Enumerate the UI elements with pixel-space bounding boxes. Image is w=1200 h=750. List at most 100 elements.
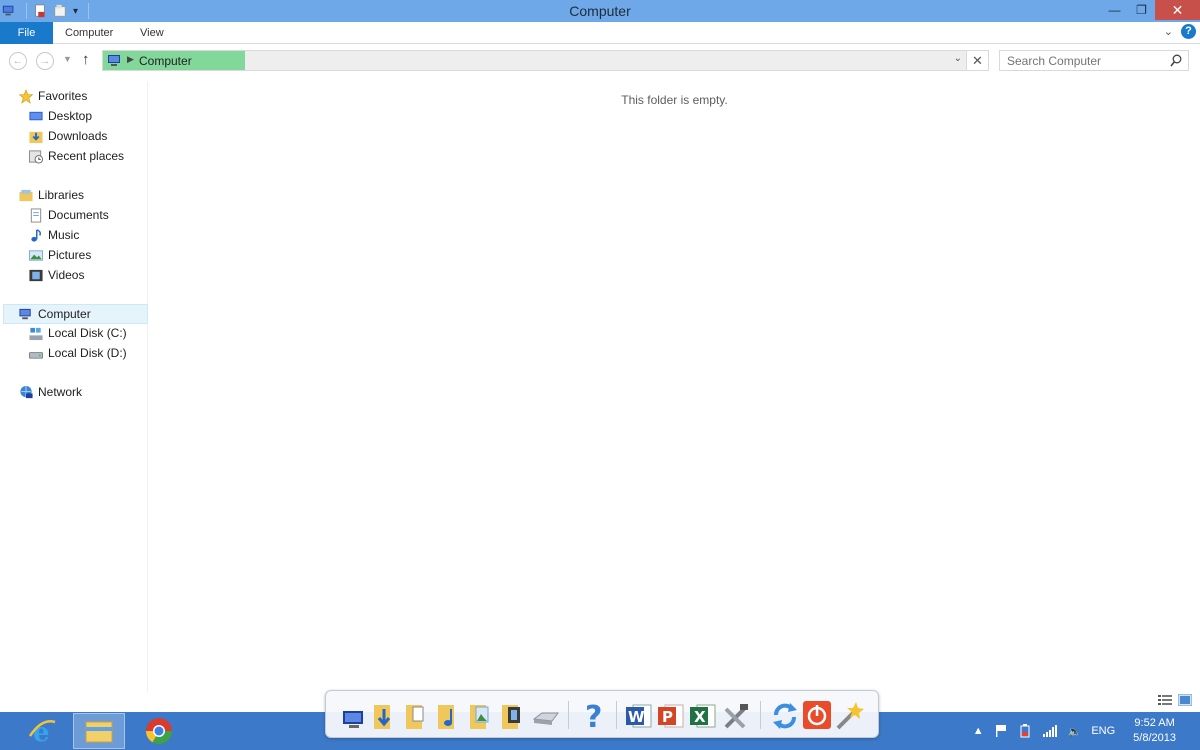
downloads-folder-icon [29,131,43,144]
forward-button[interactable]: → [36,52,54,70]
nav-favorites-label: Favorites [38,89,88,103]
clock-time: 9:52 AM [1134,717,1175,729]
address-dropdown-icon[interactable]: ⌄ [954,53,962,64]
chrome-taskbar-button[interactable] [133,713,185,749]
drive-icon[interactable] [530,699,560,731]
input-language[interactable]: ENG [1091,725,1115,737]
nav-music[interactable]: Music [28,226,138,245]
nav-downloads-label: Downloads [48,129,108,143]
empty-folder-message: This folder is empty. [621,93,728,107]
back-button[interactable]: ← [9,52,27,70]
videos-folder-icon[interactable] [498,699,528,731]
libraries-icon [19,189,33,202]
search-icon[interactable] [1170,54,1182,67]
large-icons-view-icon[interactable] [1178,694,1192,706]
view-switcher [1158,694,1192,706]
close-button[interactable]: ✕ [1155,0,1200,20]
ribbon-controls: ⌄ ? [1164,24,1196,39]
nav-desktop[interactable]: Desktop [28,107,138,126]
tools-icon[interactable] [720,699,750,731]
expand-ribbon-icon[interactable]: ⌄ [1164,25,1173,38]
restore-button[interactable]: ❐ [1128,0,1155,20]
internet-explorer-icon: e [28,718,56,746]
system-tray: ▲ 🔈 ENG 9:52 AM 5/8/2013 [973,712,1200,750]
up-button[interactable]: ↑ [82,51,90,68]
clock[interactable]: 9:52 AM 5/8/2013 [1133,716,1176,746]
computer-icon [108,55,120,66]
powerpoint-icon[interactable]: P [656,699,686,731]
videos-icon [29,269,43,282]
file-explorer-icon [85,721,113,743]
minimize-button[interactable]: — [1101,0,1128,20]
svg-text:P: P [662,708,673,726]
action-center-flag-icon[interactable] [994,724,1008,738]
network-icon [20,385,33,399]
file-list-area[interactable]: This folder is empty. [149,82,1200,692]
nav-downloads[interactable]: Downloads [28,127,138,146]
dock-separator [760,701,761,729]
volume-icon[interactable]: 🔈 [1068,725,1082,738]
svg-text:?: ? [585,700,602,731]
internet-explorer-taskbar-button[interactable]: e [16,713,68,749]
recent-locations-icon[interactable]: ▼ [63,54,72,64]
battery-icon[interactable] [1018,724,1032,738]
documents-folder-icon[interactable] [402,699,432,731]
computer-icon[interactable] [340,699,370,731]
pictures-folder-icon[interactable] [466,699,496,731]
dock-separator [616,701,617,729]
system-drive-icon [29,327,43,341]
signal-strength-icon[interactable] [1042,724,1058,738]
magic-wand-icon[interactable] [834,699,864,731]
search-box[interactable] [999,50,1189,71]
ribbon: File Computer View ⌄ ? [0,22,1200,44]
window-title: Computer [569,3,631,19]
file-explorer-taskbar-button[interactable] [73,713,125,749]
nav-network[interactable]: Network [18,383,138,402]
nav-videos-label: Videos [48,268,85,282]
nav-recent-places[interactable]: Recent places [28,147,138,166]
nav-favorites[interactable]: Favorites [18,87,138,106]
documents-icon [30,208,42,223]
title-bar: ▾ Computer — ❐ ✕ [0,0,1200,22]
drive-icon [28,352,44,359]
chrome-icon [145,718,173,745]
tab-file[interactable]: File [0,22,53,44]
excel-icon[interactable]: X [688,699,718,731]
svg-text:W: W [628,708,645,726]
show-hidden-icons-icon[interactable]: ▲ [973,725,984,737]
address-bar[interactable]: ▶ Computer ⌄ ✕ [102,50,989,71]
nav-documents[interactable]: Documents [28,206,138,225]
clear-address-icon[interactable]: ✕ [966,51,988,70]
power-icon[interactable] [802,699,832,731]
recent-places-icon [28,150,44,164]
nav-computer-label: Computer [38,307,91,321]
clock-date: 5/8/2013 [1133,732,1176,744]
nav-libraries[interactable]: Libraries [18,186,138,205]
help-icon[interactable]: ? [578,699,608,731]
nav-computer[interactable]: Computer [3,304,148,324]
tab-computer[interactable]: Computer [65,22,113,44]
nav-pictures[interactable]: Pictures [28,246,138,265]
music-folder-icon[interactable] [434,699,464,731]
nav-videos[interactable]: Videos [28,266,138,285]
help-icon[interactable]: ? [1181,24,1196,39]
nav-local-disk-d-label: Local Disk (D:) [48,346,127,360]
details-view-icon[interactable] [1158,694,1172,706]
refresh-icon[interactable] [770,699,800,731]
search-input[interactable] [1000,51,1160,70]
breadcrumb-computer[interactable]: Computer [139,54,192,68]
nav-network-label: Network [38,385,83,399]
nav-recent-places-label: Recent places [48,149,125,163]
desktop-icon [29,111,43,121]
tab-view[interactable]: View [140,22,164,44]
window-controls: — ❐ ✕ [1101,0,1200,20]
breadcrumb-arrow-icon[interactable]: ▶ [127,54,134,65]
downloads-folder-icon[interactable] [370,699,400,731]
nav-local-disk-c[interactable]: Local Disk (C:) [28,324,138,343]
svg-text:X: X [694,708,706,726]
nav-local-disk-c-label: Local Disk (C:) [48,326,127,340]
word-icon[interactable]: W [624,699,654,731]
nav-documents-label: Documents [48,208,109,222]
nav-music-label: Music [48,228,80,242]
nav-local-disk-d[interactable]: Local Disk (D:) [28,344,138,363]
